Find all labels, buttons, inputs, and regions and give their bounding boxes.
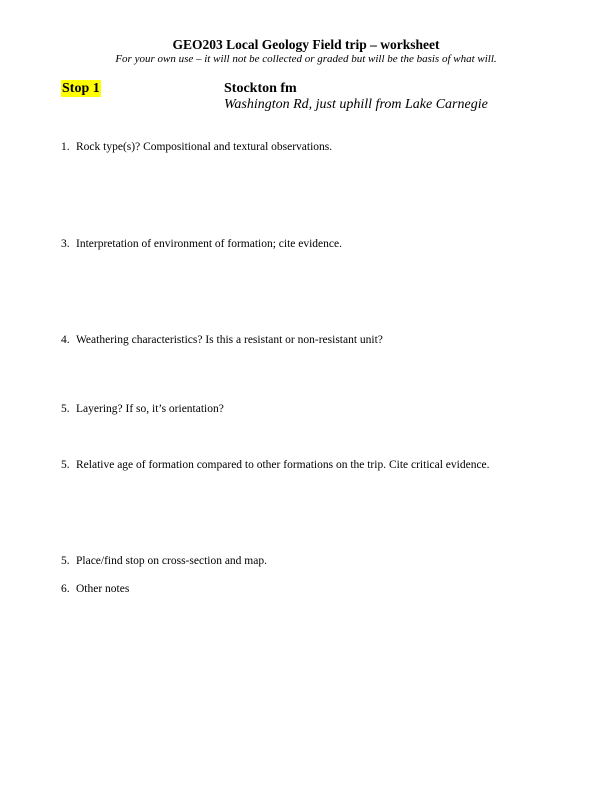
formation-name: Stockton fm	[224, 81, 297, 96]
question-text: Relative age of formation compared to ot…	[76, 459, 490, 471]
question-text: Interpretation of environment of formati…	[76, 238, 342, 250]
question-item: 1. Rock type(s)? Compositional and textur…	[61, 140, 332, 154]
question-number: 4.	[61, 334, 70, 346]
question-item: 5. Place/find stop on cross-section and m…	[61, 554, 267, 568]
question-text: Layering? If so, it’s orientation?	[76, 403, 224, 415]
question-text: Place/find stop on cross-section and map…	[76, 555, 267, 567]
question-text: Weathering characteristics? Is this a re…	[76, 334, 383, 346]
question-item: 4. Weathering characteristics? Is this a …	[61, 333, 383, 347]
worksheet-title: GEO203 Local Geology Field trip – worksh…	[172, 37, 440, 52]
worksheet-subtitle: For your own use – it will not be collec…	[115, 53, 497, 65]
question-item: 6. Other notes	[61, 582, 129, 596]
question-text: Rock type(s)? Compositional and textural…	[76, 141, 333, 153]
question-number: 5.	[61, 555, 70, 567]
stop-label: Stop 1	[61, 80, 101, 97]
question-number: 5.	[61, 459, 70, 471]
question-item: 3. Interpretation of environment of forma…	[61, 237, 342, 251]
question-item: 5. Layering? If so, it’s orientation?	[61, 402, 224, 416]
question-number: 3.	[61, 238, 70, 250]
question-text: Other notes	[76, 583, 130, 595]
question-number: 5.	[61, 403, 70, 415]
question-number: 1.	[61, 141, 70, 153]
question-number: 6.	[61, 583, 70, 595]
question-item: 5. Relative age of formation compared to …	[61, 458, 490, 472]
site-location: Washington Rd, just uphill from Lake Car…	[224, 97, 488, 112]
